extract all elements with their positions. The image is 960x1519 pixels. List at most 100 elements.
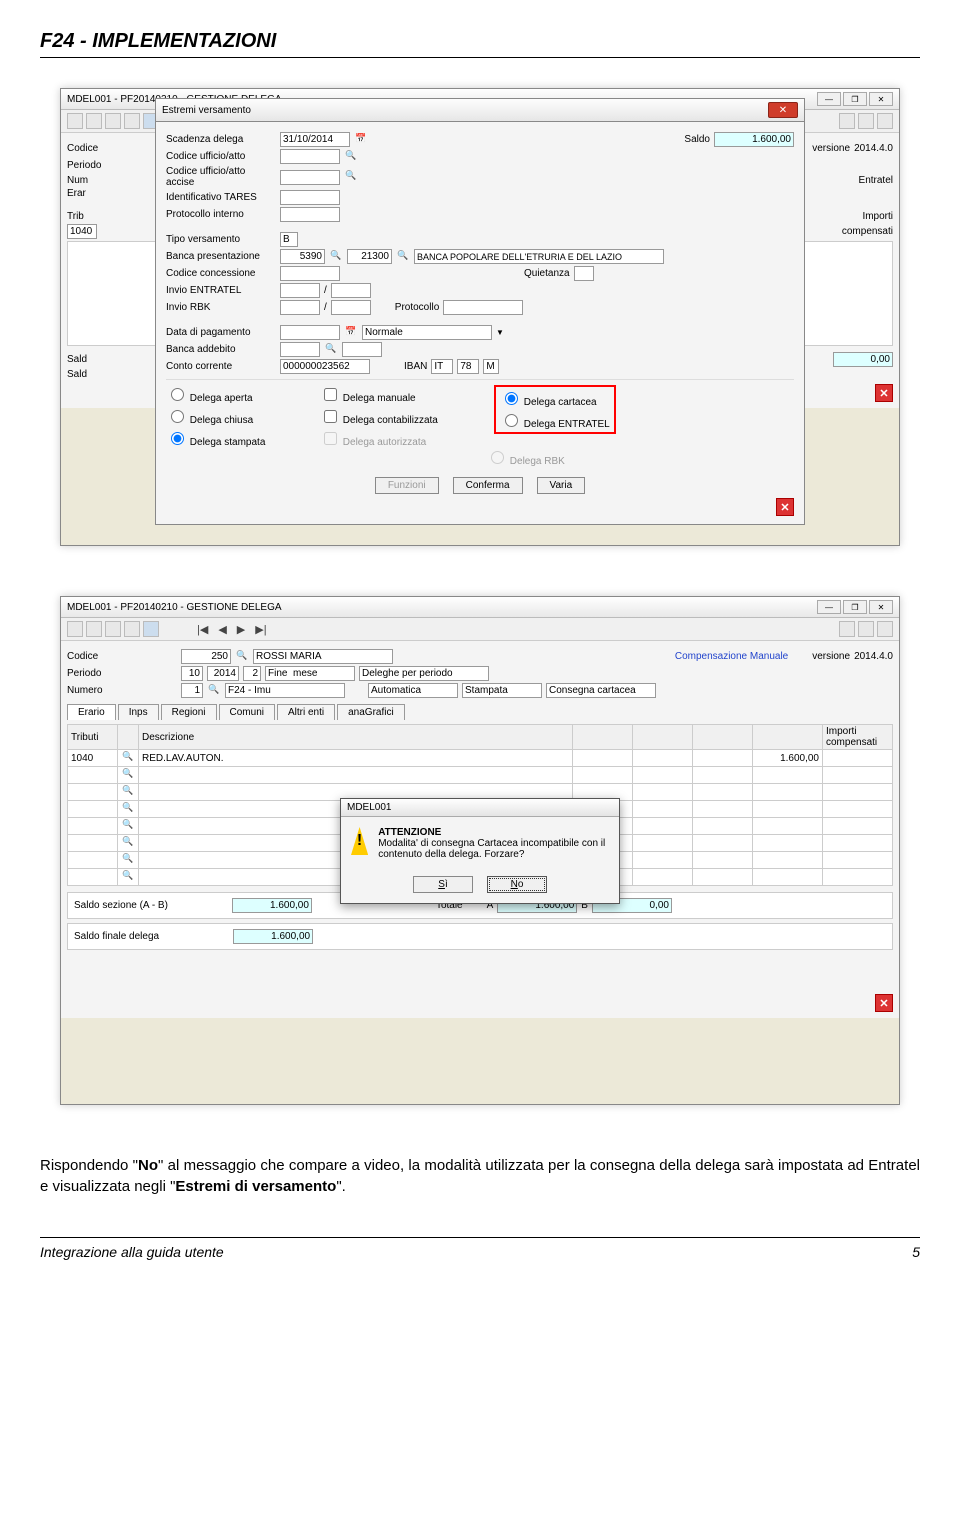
badd2[interactable] (342, 342, 382, 357)
toolbar-icon[interactable] (86, 113, 102, 129)
protocollo-input[interactable] (443, 300, 523, 315)
calendar-icon[interactable]: 📅 (344, 326, 358, 340)
tab-ana[interactable]: anaGrafici (337, 704, 405, 720)
ent2[interactable] (331, 283, 371, 298)
finemese[interactable] (265, 666, 355, 681)
table-row[interactable]: 1040🔍 RED.LAV.AUTON. 1.600,00 (68, 750, 893, 767)
codacc-input[interactable] (280, 170, 340, 185)
search-icon[interactable]: 🔍 (121, 870, 135, 884)
stamp[interactable] (462, 683, 542, 698)
btn-conferma[interactable]: Conferma (453, 477, 523, 494)
search-icon[interactable]: 🔍 (396, 250, 410, 264)
toolbar-icon[interactable] (839, 113, 855, 129)
minimize-button[interactable]: — (817, 600, 841, 614)
ent1[interactable] (280, 283, 320, 298)
close-button[interactable]: ✕ (869, 92, 893, 106)
search-icon[interactable]: 🔍 (329, 250, 343, 264)
cc-input[interactable] (280, 359, 370, 374)
btn-varia[interactable]: Varia (537, 477, 586, 494)
search-icon[interactable]: 🔍 (121, 751, 135, 765)
toolbar-icon[interactable] (124, 621, 140, 637)
search-icon[interactable]: 🔍 (344, 150, 358, 164)
search-icon[interactable]: 🔍 (121, 785, 135, 799)
datapag-input[interactable] (280, 325, 340, 340)
per-y[interactable] (207, 666, 239, 681)
tab-inps[interactable]: Inps (118, 704, 159, 720)
close-button[interactable]: ✕ (869, 600, 893, 614)
radio-aperta[interactable]: Delega aperta (166, 385, 316, 404)
iban-c[interactable] (431, 359, 453, 374)
minimize-button[interactable]: — (817, 92, 841, 106)
consegna[interactable] (546, 683, 656, 698)
cliente-input[interactable] (253, 649, 393, 664)
radio-cartacea[interactable]: Delega cartacea (500, 389, 610, 408)
dialog-close-button[interactable]: ✕ (768, 102, 798, 118)
trib-code[interactable] (67, 224, 97, 239)
tab-erario[interactable]: Erario (67, 704, 116, 720)
toolbar-icon[interactable] (67, 113, 83, 129)
toolbar-icon[interactable] (124, 113, 140, 129)
rbk2[interactable] (331, 300, 371, 315)
scadenza-input[interactable] (280, 132, 350, 147)
restore-button[interactable]: ❐ (843, 92, 867, 106)
search-icon[interactable]: 🔍 (324, 343, 338, 357)
toolbar-icon[interactable] (877, 621, 893, 637)
restore-button[interactable]: ❐ (843, 600, 867, 614)
nav-prev-icon[interactable]: ◀ (215, 623, 229, 636)
search-icon[interactable]: 🔍 (207, 684, 221, 698)
toolbar-icon[interactable] (877, 113, 893, 129)
f24imu[interactable] (225, 683, 345, 698)
auto[interactable] (368, 683, 458, 698)
banca-abi[interactable] (280, 249, 325, 264)
quiet-input[interactable] (574, 266, 594, 281)
conc-input[interactable] (280, 266, 340, 281)
per-m[interactable] (181, 666, 203, 681)
coduff-input[interactable] (280, 149, 340, 164)
nav-first-icon[interactable]: |◀ (194, 623, 211, 636)
toolbar-icon[interactable] (105, 113, 121, 129)
codice-input[interactable] (181, 649, 231, 664)
nav-next-icon[interactable]: ▶ (234, 623, 248, 636)
tab-regioni[interactable]: Regioni (161, 704, 217, 720)
toolbar-icon[interactable] (105, 621, 121, 637)
badd1[interactable] (280, 342, 320, 357)
per-n[interactable] (243, 666, 261, 681)
iban-l[interactable] (483, 359, 499, 374)
normale-select[interactable] (362, 325, 492, 340)
table-row[interactable]: 🔍 (68, 767, 893, 784)
toolbar-help-icon[interactable] (143, 621, 159, 637)
toolbar-icon[interactable] (67, 621, 83, 637)
tares-input[interactable] (280, 190, 340, 205)
red-close-icon[interactable]: ✕ (776, 498, 794, 516)
search-icon[interactable]: 🔍 (121, 768, 135, 782)
radio-entratel[interactable]: Delega ENTRATEL (500, 411, 610, 430)
tipov-input[interactable] (280, 232, 298, 247)
toolbar-icon[interactable] (86, 621, 102, 637)
radio-chiusa[interactable]: Delega chiusa (166, 407, 316, 426)
btn-si[interactable]: Sì (413, 876, 473, 893)
banca-cab[interactable] (347, 249, 392, 264)
chevron-down-icon[interactable]: ▼ (496, 328, 504, 337)
search-icon[interactable]: 🔍 (121, 836, 135, 850)
toolbar-icon[interactable] (839, 621, 855, 637)
deleghe[interactable] (359, 666, 489, 681)
search-icon[interactable]: 🔍 (121, 819, 135, 833)
numero-input[interactable] (181, 683, 203, 698)
chk-contab[interactable]: Delega contabilizzata (320, 407, 490, 426)
rbk1[interactable] (280, 300, 320, 315)
btn-no[interactable]: No (487, 876, 547, 893)
protint-input[interactable] (280, 207, 340, 222)
search-icon[interactable]: 🔍 (344, 170, 358, 184)
nav-last-icon[interactable]: ▶| (252, 623, 269, 636)
red-close-icon[interactable]: ✕ (875, 994, 893, 1012)
search-icon[interactable]: 🔍 (235, 650, 249, 664)
radio-stampata[interactable]: Delega stampata (166, 429, 316, 448)
chk-manuale[interactable]: Delega manuale (320, 385, 490, 404)
red-close-icon[interactable]: ✕ (875, 384, 893, 402)
search-icon[interactable]: 🔍 (121, 853, 135, 867)
search-icon[interactable]: 🔍 (121, 802, 135, 816)
toolbar-icon[interactable] (858, 621, 874, 637)
iban-n[interactable] (457, 359, 479, 374)
tab-comuni[interactable]: Comuni (219, 704, 275, 720)
tab-altri[interactable]: Altri enti (277, 704, 335, 720)
